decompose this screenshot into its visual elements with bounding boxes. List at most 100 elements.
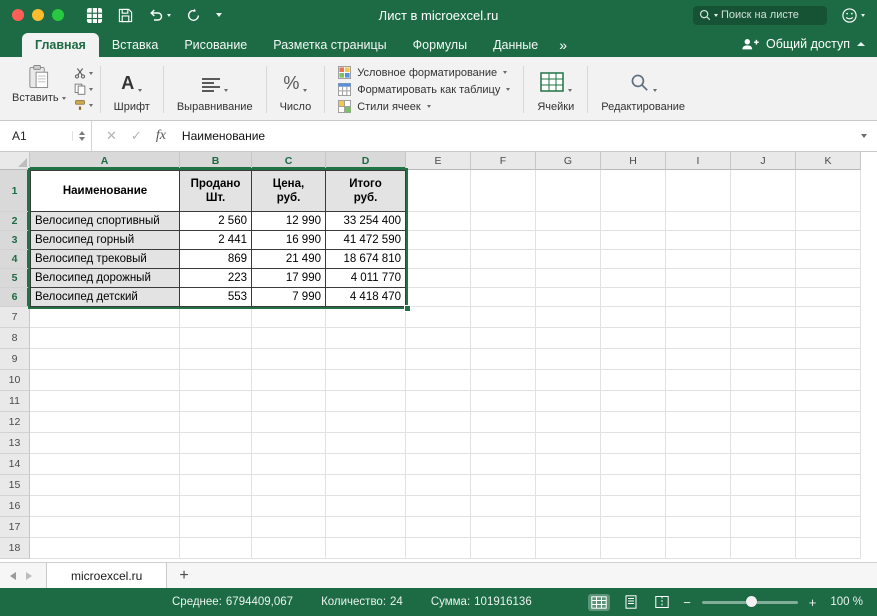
cell-D13[interactable] — [326, 433, 406, 454]
tab-home[interactable]: Главная — [22, 33, 99, 57]
cell-A12[interactable] — [30, 412, 180, 433]
sheet-tab-microexcel[interactable]: microexcel.ru — [46, 563, 167, 588]
cell-E12[interactable] — [406, 412, 471, 433]
cell-J10[interactable] — [731, 370, 796, 391]
sheet-search-box[interactable] — [693, 6, 827, 25]
cell-C4[interactable]: 21 490 — [252, 250, 326, 269]
cell-A7[interactable] — [30, 307, 180, 328]
zoom-out-button[interactable]: − — [683, 596, 691, 609]
cell-H2[interactable] — [601, 212, 666, 231]
cell-E4[interactable] — [406, 250, 471, 269]
cell-H1[interactable] — [601, 170, 666, 212]
cell-G5[interactable] — [536, 269, 601, 288]
cell-D15[interactable] — [326, 475, 406, 496]
cell-G3[interactable] — [536, 231, 601, 250]
cell-K14[interactable] — [796, 454, 861, 475]
minimize-window-button[interactable] — [32, 9, 44, 21]
cell-H18[interactable] — [601, 538, 666, 559]
formula-input[interactable]: Наименование — [176, 129, 265, 143]
cell-styles-button[interactable]: Стили ячеек — [338, 100, 510, 113]
format-as-table-button[interactable]: Форматировать как таблицу — [338, 83, 510, 96]
cell-C1[interactable]: Цена, руб. — [252, 170, 326, 212]
cell-F16[interactable] — [471, 496, 536, 517]
column-header-C[interactable]: C — [252, 152, 326, 170]
cell-J16[interactable] — [731, 496, 796, 517]
cell-A15[interactable] — [30, 475, 180, 496]
cell-C12[interactable] — [252, 412, 326, 433]
cell-E16[interactable] — [406, 496, 471, 517]
redo-button[interactable] — [186, 8, 201, 23]
cell-H5[interactable] — [601, 269, 666, 288]
cell-F5[interactable] — [471, 269, 536, 288]
cell-E13[interactable] — [406, 433, 471, 454]
cell-F4[interactable] — [471, 250, 536, 269]
cell-C17[interactable] — [252, 517, 326, 538]
cell-D4[interactable]: 18 674 810 — [326, 250, 406, 269]
cell-B7[interactable] — [180, 307, 252, 328]
column-header-A[interactable]: A — [30, 152, 180, 170]
cell-C6[interactable]: 7 990 — [252, 288, 326, 307]
cell-D11[interactable] — [326, 391, 406, 412]
cell-B18[interactable] — [180, 538, 252, 559]
cell-F17[interactable] — [471, 517, 536, 538]
cell-F10[interactable] — [471, 370, 536, 391]
cell-E14[interactable] — [406, 454, 471, 475]
cell-D14[interactable] — [326, 454, 406, 475]
cell-G13[interactable] — [536, 433, 601, 454]
cell-H7[interactable] — [601, 307, 666, 328]
close-window-button[interactable] — [12, 9, 24, 21]
cell-F7[interactable] — [471, 307, 536, 328]
row-header-9[interactable]: 9 — [0, 349, 30, 370]
cell-G14[interactable] — [536, 454, 601, 475]
alignment-group-button[interactable]: Выравнивание — [167, 61, 263, 118]
cell-I16[interactable] — [666, 496, 731, 517]
cell-A18[interactable] — [30, 538, 180, 559]
cell-E1[interactable] — [406, 170, 471, 212]
cell-G10[interactable] — [536, 370, 601, 391]
cell-J18[interactable] — [731, 538, 796, 559]
insert-function-button[interactable]: fx — [156, 128, 166, 144]
cell-H16[interactable] — [601, 496, 666, 517]
cell-K11[interactable] — [796, 391, 861, 412]
cell-J8[interactable] — [731, 328, 796, 349]
cell-D5[interactable]: 4 011 770 — [326, 269, 406, 288]
cut-button[interactable] — [74, 67, 93, 79]
cell-A10[interactable] — [30, 370, 180, 391]
feedback-smiley-button[interactable] — [841, 7, 865, 24]
cell-B12[interactable] — [180, 412, 252, 433]
cell-J3[interactable] — [731, 231, 796, 250]
row-header-18[interactable]: 18 — [0, 538, 30, 559]
search-input[interactable] — [721, 9, 807, 21]
row-header-4[interactable]: 4 — [0, 250, 30, 269]
cell-I6[interactable] — [666, 288, 731, 307]
cell-A11[interactable] — [30, 391, 180, 412]
cell-K4[interactable] — [796, 250, 861, 269]
view-page-break-button[interactable] — [652, 593, 672, 611]
cell-B16[interactable] — [180, 496, 252, 517]
tab-draw[interactable]: Рисование — [171, 33, 260, 57]
cell-H9[interactable] — [601, 349, 666, 370]
cell-G16[interactable] — [536, 496, 601, 517]
column-header-E[interactable]: E — [406, 152, 471, 170]
save-button[interactable] — [118, 8, 133, 23]
cell-E15[interactable] — [406, 475, 471, 496]
cell-K5[interactable] — [796, 269, 861, 288]
column-header-B[interactable]: B — [180, 152, 252, 170]
search-scope-chevron-icon[interactable] — [714, 14, 718, 17]
cell-H13[interactable] — [601, 433, 666, 454]
cell-G12[interactable] — [536, 412, 601, 433]
cell-K12[interactable] — [796, 412, 861, 433]
cell-A6[interactable]: Велосипед детский — [30, 288, 180, 307]
cell-C10[interactable] — [252, 370, 326, 391]
cell-B9[interactable] — [180, 349, 252, 370]
cell-D12[interactable] — [326, 412, 406, 433]
cell-A17[interactable] — [30, 517, 180, 538]
cell-D6[interactable]: 4 418 470 — [326, 288, 406, 307]
cell-H6[interactable] — [601, 288, 666, 307]
name-box-stepper[interactable] — [72, 131, 85, 141]
share-button[interactable]: Общий доступ — [741, 30, 865, 57]
add-sheet-button[interactable]: + — [167, 567, 200, 585]
column-header-D[interactable]: D — [326, 152, 406, 170]
cell-F13[interactable] — [471, 433, 536, 454]
cell-J1[interactable] — [731, 170, 796, 212]
